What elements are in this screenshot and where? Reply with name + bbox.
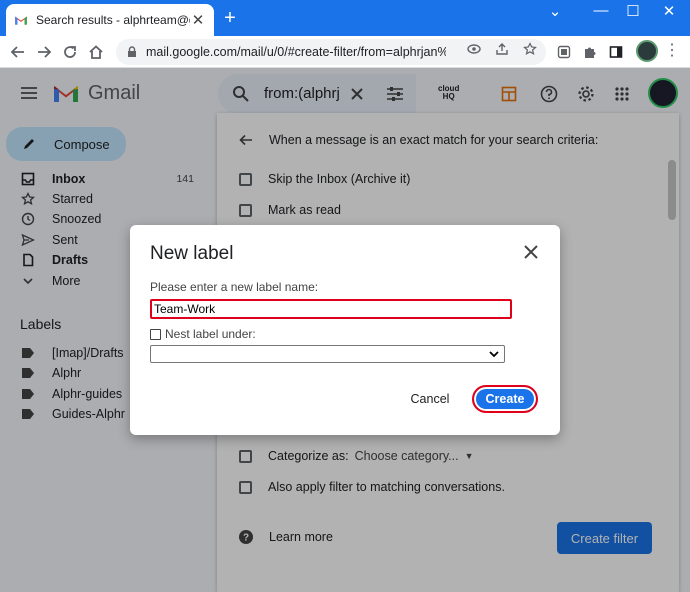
share-icon[interactable] xyxy=(494,41,510,57)
gmail-favicon-icon xyxy=(15,16,27,25)
nest-label-checkbox[interactable] xyxy=(150,328,161,340)
maximize-icon[interactable]: ☐ xyxy=(618,2,648,20)
nest-label-row[interactable]: Nest label under: xyxy=(150,327,256,341)
tab-title: Search results - alphrteam@gma xyxy=(36,13,190,27)
cancel-button[interactable]: Cancel xyxy=(402,389,458,409)
new-label-dialog: New label Please enter a new label name:… xyxy=(130,225,560,435)
window-close-icon[interactable]: ✕ xyxy=(654,2,684,20)
chevron-down-icon xyxy=(489,351,499,358)
tab-close-icon[interactable]: ✕ xyxy=(190,11,206,29)
browser-profile-avatar[interactable] xyxy=(636,40,658,62)
back-icon[interactable] xyxy=(8,42,28,62)
create-button[interactable]: Create xyxy=(472,385,538,413)
parent-label-select[interactable] xyxy=(150,345,505,363)
lock-icon xyxy=(128,46,136,57)
close-icon[interactable] xyxy=(522,243,540,261)
home-icon[interactable] xyxy=(86,42,106,62)
browser-tab-strip: Search results - alphrteam@gma ✕ + ⌄ — ☐… xyxy=(0,0,690,36)
url-text: mail.google.com/mail/u/0/#create-filter/… xyxy=(146,45,446,59)
browser-menu-icon[interactable]: ⋮ xyxy=(664,42,680,60)
tab-search-icon[interactable]: ⌄ xyxy=(540,2,570,20)
side-panel-icon[interactable] xyxy=(608,44,624,60)
browser-tab[interactable]: Search results - alphrteam@gma ✕ xyxy=(6,4,214,36)
eye-icon[interactable] xyxy=(466,41,482,57)
minimize-icon[interactable]: — xyxy=(586,2,616,19)
reload-icon[interactable] xyxy=(60,42,80,62)
browser-toolbar: mail.google.com/mail/u/0/#create-filter/… xyxy=(0,36,690,68)
new-tab-icon[interactable]: + xyxy=(220,8,240,28)
nest-label-text: Nest label under: xyxy=(165,327,256,341)
puzzle-extensions-icon[interactable] xyxy=(582,44,598,60)
label-name-input[interactable] xyxy=(150,299,512,319)
extension-screenshot-icon[interactable] xyxy=(556,44,572,60)
forward-icon[interactable] xyxy=(34,42,54,62)
bookmark-star-icon[interactable] xyxy=(522,41,538,57)
dialog-title: New label xyxy=(150,243,234,264)
label-name-prompt: Please enter a new label name: xyxy=(150,280,319,294)
